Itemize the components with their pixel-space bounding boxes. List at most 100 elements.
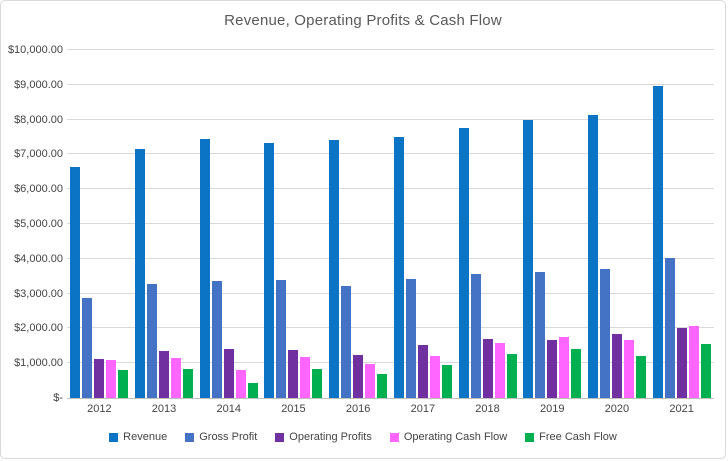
- legend-label: Free Cash Flow: [539, 431, 617, 443]
- bar-operating-cash-flow-2020: [623, 340, 634, 398]
- bar-gross-profit-2017: [405, 279, 416, 398]
- bar-operating-cash-flow-2018: [494, 343, 505, 398]
- bar-revenue-2018: [458, 128, 469, 398]
- bar-group-2013: [132, 50, 197, 398]
- bar-free-cash-flow-2018: [506, 354, 517, 398]
- x-tick-label-2020: 2020: [604, 403, 630, 415]
- bar-group-2021: [649, 50, 714, 398]
- bar-free-cash-flow-2020: [635, 356, 646, 398]
- bar-revenue-2019: [523, 120, 534, 398]
- legend-marker-icon: [185, 432, 195, 442]
- bar-operating-profits-2021: [676, 328, 687, 398]
- legend-label: Operating Cash Flow: [403, 431, 508, 443]
- x-tick-label-2013: 2013: [151, 403, 177, 415]
- y-axis-labels: $- $1,000.00 $2,000.00 $3,000.00 $4,000.00 $5…: [1, 44, 63, 404]
- x-tick-label-2015: 2015: [281, 403, 306, 415]
- bar-gross-profit-2013: [147, 284, 158, 398]
- bar-gross-profit-2016: [341, 286, 352, 398]
- y-tick-label: $5,000.00: [14, 218, 63, 230]
- bar-gross-profit-2014: [211, 281, 222, 398]
- bar-gross-profit-2021: [664, 258, 675, 398]
- y-tick-label: $3,000.00: [14, 287, 63, 300]
- legend-marker-icon: [109, 432, 119, 442]
- bar-operating-cash-flow-2016: [365, 364, 376, 398]
- bar-group-2020: [585, 50, 650, 398]
- bar-operating-profits-2018: [482, 339, 493, 398]
- bar-operating-profits-2014: [223, 349, 234, 398]
- bar-gross-profit-2020: [599, 269, 610, 398]
- bar-operating-cash-flow-2015: [300, 357, 311, 398]
- bar-gross-profit-2015: [276, 280, 287, 398]
- bar-revenue-2016: [329, 140, 340, 398]
- chart-frame: Revenue, Operating Profits & Cash Flow $…: [0, 0, 726, 459]
- bar-operating-profits-2015: [288, 350, 299, 398]
- bar-group-2014: [196, 50, 261, 398]
- x-axis-line: [67, 398, 714, 399]
- legend-item-operating-cash-flow: Operating Cash Flow: [389, 431, 508, 443]
- y-tick-label: $8,000.00: [14, 113, 63, 126]
- x-tick-label-2021: 2021: [669, 403, 694, 415]
- bar-group-2017: [391, 50, 456, 398]
- plot-area: [67, 49, 714, 399]
- y-tick-label: $7,000.00: [14, 148, 63, 161]
- y-tick-label: $4,000.00: [14, 252, 63, 265]
- y-tick-label: $-: [53, 392, 63, 404]
- legend-marker-icon: [275, 432, 285, 442]
- bar-operating-cash-flow-2019: [559, 337, 570, 398]
- x-tick-label-2014: 2014: [216, 403, 241, 415]
- bar-revenue-2017: [393, 137, 404, 398]
- chart-title: Revenue, Operating Profits & Cash Flow: [224, 12, 502, 29]
- bar-free-cash-flow-2015: [312, 369, 323, 398]
- bar-operating-profits-2017: [417, 345, 428, 398]
- legend-marker-icon: [389, 432, 399, 442]
- bar-group-2015: [261, 50, 326, 398]
- bar-operating-profits-2019: [547, 340, 558, 398]
- legend-item-revenue: Revenue: [109, 431, 167, 443]
- bar-operating-cash-flow-2013: [171, 358, 182, 398]
- bar-operating-profits-2016: [353, 355, 364, 398]
- bar-operating-profits-2012: [94, 359, 105, 398]
- bar-free-cash-flow-2017: [441, 365, 452, 398]
- bar-group-2016: [326, 50, 391, 398]
- bar-free-cash-flow-2021: [700, 344, 711, 398]
- legend-item-gross-profit: Gross Profit: [185, 431, 257, 443]
- bar-operating-cash-flow-2017: [429, 356, 440, 398]
- y-tick-label: $9,000.00: [14, 78, 63, 91]
- bar-revenue-2013: [135, 149, 146, 398]
- bar-gross-profit-2019: [535, 272, 546, 398]
- bar-operating-cash-flow-2014: [235, 370, 246, 398]
- bar-revenue-2012: [70, 167, 81, 398]
- legend-label: Operating Profits: [289, 431, 372, 443]
- bar-operating-profits-2020: [611, 334, 622, 398]
- x-tick-label-2019: 2019: [539, 403, 565, 415]
- x-tick-label-2012: 2012: [87, 403, 112, 415]
- bar-revenue-2021: [652, 86, 663, 398]
- legend: Revenue Gross Profit Operating Profits Oper…: [1, 431, 725, 443]
- x-tick-label-2018: 2018: [475, 403, 500, 415]
- x-tick-label-2016: 2016: [345, 403, 371, 415]
- bar-free-cash-flow-2012: [118, 370, 129, 398]
- bar-group-2012: [67, 50, 132, 398]
- x-tick-label-2017: 2017: [410, 403, 436, 415]
- y-tick-label: $1,000.00: [14, 357, 63, 370]
- bar-group-2019: [520, 50, 585, 398]
- legend-marker-icon: [525, 432, 535, 442]
- legend-item-operating-profits: Operating Profits: [275, 431, 372, 443]
- y-tick-label: $6,000.00: [14, 183, 63, 196]
- legend-label: Gross Profit: [199, 431, 258, 443]
- bar-free-cash-flow-2013: [183, 369, 194, 398]
- bar-group-2018: [455, 50, 520, 398]
- bar-operating-cash-flow-2021: [688, 326, 699, 398]
- bar-revenue-2015: [264, 143, 275, 398]
- legend-label: Revenue: [123, 431, 168, 443]
- bar-free-cash-flow-2014: [247, 383, 258, 398]
- bar-revenue-2014: [199, 139, 210, 398]
- bar-operating-profits-2013: [159, 351, 170, 398]
- legend-item-free-cash-flow: Free Cash Flow: [525, 431, 617, 443]
- y-tick-label: $10,000.00: [7, 44, 63, 56]
- bar-revenue-2020: [587, 115, 598, 398]
- bar-operating-cash-flow-2012: [106, 360, 117, 398]
- y-tick-label: $2,000.00: [14, 322, 63, 335]
- bar-free-cash-flow-2019: [571, 349, 582, 398]
- bar-gross-profit-2018: [470, 274, 481, 398]
